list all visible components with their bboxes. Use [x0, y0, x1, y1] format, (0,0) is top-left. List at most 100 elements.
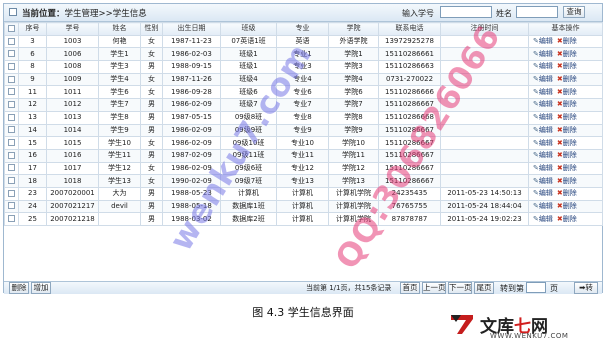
table-cell [440, 136, 529, 150]
edit-link[interactable]: ✎编辑 [533, 214, 553, 225]
table-cell: 1986-09-28 [162, 85, 221, 100]
table-cell: 1003 [46, 34, 99, 49]
row-checkbox[interactable] [8, 75, 15, 83]
delete-selected-button[interactable]: 删除 [9, 282, 29, 294]
delete-link[interactable]: ✖删除 [557, 87, 577, 98]
row-checkbox[interactable] [8, 50, 15, 58]
student-info-panel: 当前位置：学生管理>>学生信息 输入学号 姓名 查询 序号 学号 姓名 性别 出生日期班… [3, 3, 603, 294]
table-cell: devil [98, 199, 141, 214]
table-cell: 15110286666 [378, 85, 441, 100]
delete-link[interactable]: ✖删除 [557, 176, 577, 187]
table-cell: 24235435 [378, 186, 441, 201]
table-cell: 计算机 [276, 199, 329, 214]
delete-link[interactable]: ✖删除 [557, 214, 577, 225]
delete-link[interactable]: ✖删除 [557, 188, 577, 199]
edit-link[interactable]: ✎编辑 [533, 62, 553, 73]
table-cell: 学生1 [98, 47, 141, 62]
table-cell: 班级1 [220, 60, 277, 74]
table-cell: 15110286667 [378, 174, 441, 188]
row-checkbox-cell [4, 161, 19, 176]
row-actions: ✎编辑 ✖删除 [528, 85, 603, 100]
delete-link[interactable]: ✖删除 [557, 100, 577, 111]
name-label: 姓名 [496, 9, 512, 18]
row-checkbox[interactable] [8, 62, 15, 70]
delete-link[interactable]: ✖删除 [557, 49, 577, 60]
table-cell: 1987-11-23 [162, 34, 221, 49]
table-cell: 外语学院 [328, 34, 379, 49]
edit-link[interactable]: ✎编辑 [533, 112, 553, 123]
row-checkbox-cell [4, 85, 19, 100]
delete-link[interactable]: ✖删除 [557, 74, 577, 85]
name-input[interactable] [516, 6, 558, 18]
table-cell: 8 [18, 60, 47, 74]
edit-link[interactable]: ✎编辑 [533, 100, 553, 111]
toolbar-icon [9, 8, 17, 16]
row-checkbox[interactable] [8, 139, 15, 147]
delete-link[interactable]: ✖删除 [557, 163, 577, 174]
table-cell: 16 [18, 148, 47, 163]
last-page-button[interactable]: 尾页 [474, 282, 494, 294]
table-cell: 大为 [98, 186, 141, 201]
delete-link[interactable]: ✖删除 [557, 36, 577, 47]
row-checkbox[interactable] [8, 189, 15, 197]
row-checkbox-cell [4, 98, 19, 112]
row-checkbox[interactable] [8, 177, 15, 185]
row-checkbox[interactable] [8, 113, 15, 121]
edit-link[interactable]: ✎编辑 [533, 49, 553, 60]
table-cell: 学生7 [98, 98, 141, 112]
delete-link[interactable]: ✖删除 [557, 150, 577, 161]
table-cell: 班级6 [220, 85, 277, 100]
edit-link[interactable]: ✎编辑 [533, 188, 553, 199]
student-no-input[interactable] [440, 6, 492, 18]
edit-link[interactable]: ✎编辑 [533, 36, 553, 47]
first-page-button[interactable]: 首页 [400, 282, 420, 294]
table-cell: 17 [18, 161, 47, 176]
add-button[interactable]: 增加 [31, 282, 51, 294]
table-cell: 09级9班 [220, 123, 277, 138]
table-cell [98, 212, 141, 226]
edit-link[interactable]: ✎编辑 [533, 163, 553, 174]
edit-link[interactable]: ✎编辑 [533, 125, 553, 136]
delete-link[interactable]: ✖删除 [557, 138, 577, 149]
table-row: 11 1011 学生6 女 1986-09-28 班级6 专业6 学院6 15110286666… [4, 85, 603, 100]
edit-link[interactable]: ✎编辑 [533, 74, 553, 85]
delete-link[interactable]: ✖删除 [557, 112, 577, 123]
row-checkbox[interactable] [8, 88, 15, 96]
edit-link[interactable]: ✎编辑 [533, 176, 553, 187]
delete-link[interactable]: ✖删除 [557, 125, 577, 136]
query-button[interactable]: 查询 [563, 6, 585, 18]
row-checkbox[interactable] [8, 202, 15, 210]
row-checkbox[interactable] [8, 100, 15, 108]
logo-url: WWW.WENKU7.COM [490, 332, 569, 340]
bottom-toolbar: 删除 增加 当前第 1/1页，共15条记录 首页 上一页 下一页 尾页 转到第 … [4, 281, 602, 294]
row-checkbox-cell [4, 199, 19, 214]
table-row: 6 1006 学生1 女 1986-02-03 班级1 专业1 学院1 15110286661 ✎… [4, 47, 603, 62]
table-cell: 1987-02-09 [162, 148, 221, 163]
edit-link[interactable]: ✎编辑 [533, 87, 553, 98]
edit-link[interactable]: ✎编辑 [533, 201, 553, 212]
table-cell: 1014 [46, 123, 99, 138]
delete-link[interactable]: ✖删除 [557, 201, 577, 212]
row-checkbox[interactable] [8, 151, 15, 159]
row-actions: ✎编辑 ✖删除 [528, 148, 603, 163]
row-checkbox[interactable] [8, 37, 15, 45]
table-cell: 学生13 [98, 174, 141, 188]
edit-link[interactable]: ✎编辑 [533, 150, 553, 161]
table-cell: 学生9 [98, 123, 141, 138]
page-number-input[interactable] [526, 282, 546, 293]
table-cell [440, 110, 529, 125]
row-checkbox-cell [4, 148, 19, 163]
row-checkbox[interactable] [8, 164, 15, 172]
next-page-button[interactable]: 下一页 [448, 282, 472, 294]
row-checkbox[interactable] [8, 126, 15, 134]
table-cell: 1986-02-09 [162, 161, 221, 176]
select-all-checkbox[interactable] [8, 24, 15, 32]
go-button[interactable]: ➡转 [574, 282, 598, 294]
delete-link[interactable]: ✖删除 [557, 62, 577, 73]
prev-page-button[interactable]: 上一页 [422, 282, 446, 294]
table-cell: 数据库1班 [220, 199, 277, 214]
edit-link[interactable]: ✎编辑 [533, 138, 553, 149]
row-checkbox-cell [4, 136, 19, 150]
row-checkbox[interactable] [8, 215, 15, 223]
table-cell: 2007021217 [46, 199, 99, 214]
